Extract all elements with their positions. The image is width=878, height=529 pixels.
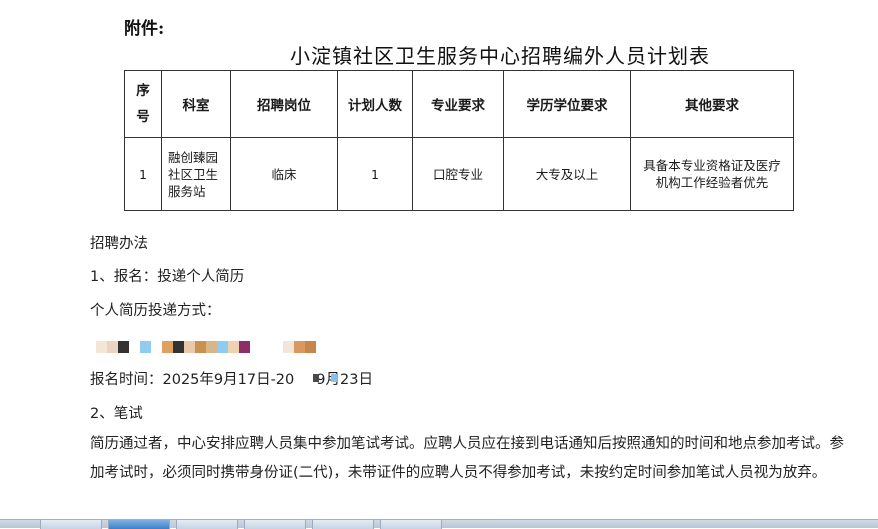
redaction-block [173,341,184,353]
redaction-block [283,341,294,353]
header-department: 科室 [161,70,231,138]
redaction-mark [331,374,337,382]
redaction-block [118,341,129,353]
attachment-label: 附件: [124,19,165,39]
cell-position: 临床 [230,137,338,211]
recruitment-plan-table: 序 号 科室 招聘岗位 计划人数 专业要求 学历学位要求 其他要求 1 融创臻园… [124,70,794,211]
registration-time-suffix: 9月23日 [316,372,373,388]
cell-other: 具备本专业资格证及医疗 机构工作经验者优先 [630,137,794,211]
cell-department: 融创臻园 社区卫生 服务站 [161,137,231,211]
exam-paragraph: 简历通过者，中心安排应聘人员集中参加笔试考试。应聘人员应在接到电话通知后按照通知… [90,430,850,488]
exam-paragraph-text: 简历通过者，中心安排应聘人员集中参加笔试考试。应聘人员应在接到电话通知后按照通知… [90,436,844,481]
registration-time-prefix: 报名时间：2025年9月17日-20 [90,372,295,388]
redaction-block [184,341,195,353]
header-education: 学历学位要求 [503,70,631,138]
resume-submission-label: 个人简历投递方式： [90,303,221,319]
cell-major: 口腔专业 [412,137,504,211]
header-serial-label: 序 号 [136,83,150,125]
header-other-label: 其他要求 [685,98,739,114]
redaction-block [217,341,228,353]
redaction-block [107,341,118,353]
taskbar [0,519,878,529]
header-position: 招聘岗位 [230,70,338,138]
cell-headcount: 1 [337,137,413,211]
cell-serial: 1 [124,137,162,211]
redaction-block [206,341,217,353]
redaction-block [151,341,162,353]
redaction-block [239,341,250,353]
redaction-block [261,341,272,353]
header-headcount: 计划人数 [337,70,413,138]
table-header-row: 序 号 科室 招聘岗位 计划人数 专业要求 学历学位要求 其他要求 [124,70,794,138]
redaction-block [250,341,261,353]
table-row: 1 融创臻园 社区卫生 服务站 临床 1 口腔专业 大专及以上 具备本专业资格证… [124,137,794,211]
header-position-label: 招聘岗位 [257,98,311,114]
step1-registration: 1、报名：投递个人简历 [90,269,245,285]
header-other: 其他要求 [630,70,794,138]
header-major-label: 专业要求 [431,98,485,114]
redaction-block [305,341,316,353]
header-major: 专业要求 [412,70,504,138]
header-department-label: 科室 [182,98,210,114]
redaction-block [294,341,305,353]
header-headcount-label: 计划人数 [348,98,402,114]
header-education-label: 学历学位要求 [526,98,608,114]
redaction-mark [313,374,319,382]
redaction-block [96,341,107,353]
cell-education: 大专及以上 [503,137,631,211]
redacted-contact-info [96,341,316,353]
document-title: 小淀镇社区卫生服务中心招聘编外人员计划表 [290,44,710,68]
redaction-block [228,341,239,353]
method-heading: 招聘办法 [90,236,148,252]
redaction-block [140,341,151,353]
redaction-block [162,341,173,353]
step2-written-exam: 2、笔试 [90,406,143,422]
redaction-block [129,341,140,353]
header-serial: 序 号 [124,70,162,138]
redaction-block [195,341,206,353]
redaction-block [272,341,283,353]
